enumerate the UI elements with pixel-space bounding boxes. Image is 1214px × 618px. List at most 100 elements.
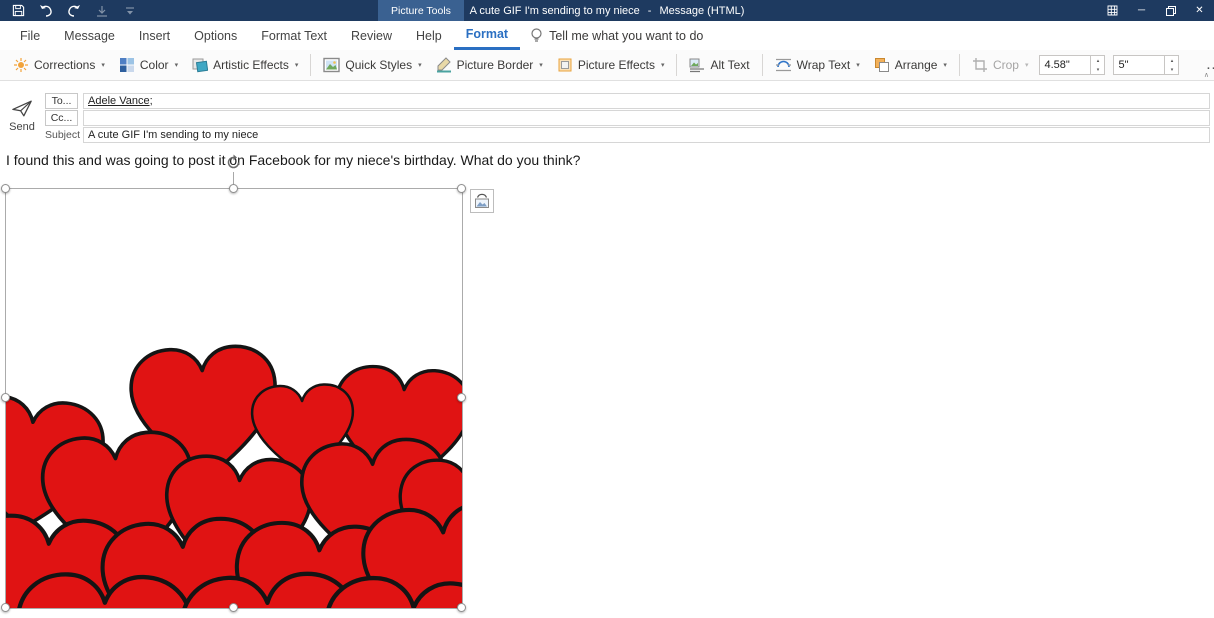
artistic-effects-button[interactable]: Artistic Effects ▾ xyxy=(185,52,305,78)
to-field[interactable]: Adele Vance; xyxy=(83,93,1210,109)
ribbon-group-separator xyxy=(959,54,960,76)
resize-handle-bottom-left[interactable] xyxy=(1,603,10,612)
artistic-effects-label: Artistic Effects xyxy=(213,58,289,72)
corrections-button[interactable]: Corrections ▾ xyxy=(6,52,112,78)
tab-help[interactable]: Help xyxy=(404,21,454,50)
rotate-handle-icon[interactable] xyxy=(225,154,242,171)
redo-icon[interactable] xyxy=(66,3,82,19)
corrections-icon xyxy=(13,57,29,73)
tab-message[interactable]: Message xyxy=(52,21,127,50)
crop-icon xyxy=(972,57,988,73)
dropdown-caret-icon: ▾ xyxy=(856,61,860,69)
quick-styles-button[interactable]: Quick Styles ▾ xyxy=(316,52,428,78)
body-paragraph[interactable]: I found this and was going to post it on… xyxy=(6,152,580,168)
outlook-message-window: Picture Tools A cute GIF I'm sending to … xyxy=(0,0,1214,618)
send-icon xyxy=(11,99,33,118)
color-icon xyxy=(119,57,135,73)
title-bar: Picture Tools A cute GIF I'm sending to … xyxy=(0,0,1214,21)
tab-file[interactable]: File xyxy=(8,21,52,50)
resize-handle-top-middle[interactable] xyxy=(229,184,238,193)
save-icon[interactable] xyxy=(10,3,26,19)
restore-button[interactable] xyxy=(1156,0,1185,21)
dropdown-caret-icon: ▾ xyxy=(539,61,543,69)
close-button[interactable]: ✕ xyxy=(1185,0,1214,21)
arrange-button[interactable]: Arrange ▾ xyxy=(867,52,954,78)
lightbulb-icon xyxy=(530,28,543,43)
picture-effects-button[interactable]: Picture Effects ▾ xyxy=(550,52,672,78)
subject-field[interactable]: A cute GIF I'm sending to my niece xyxy=(83,127,1210,143)
width-increase-button[interactable]: ▴ xyxy=(1165,56,1178,65)
window-controls: ─ ✕ xyxy=(1098,0,1214,21)
dropdown-caret-icon: ▾ xyxy=(418,61,422,69)
picture-tools-context-tab[interactable]: Picture Tools xyxy=(378,0,464,21)
quick-styles-label: Quick Styles xyxy=(345,58,412,72)
window-title-doctype: Message (HTML) xyxy=(659,5,744,17)
arrange-icon xyxy=(874,57,890,73)
tell-me-box[interactable]: Tell me what you want to do xyxy=(530,21,703,50)
dropdown-caret-icon: ▾ xyxy=(661,61,665,69)
cc-button[interactable]: Cc... xyxy=(45,110,78,126)
ribbon-group-separator xyxy=(676,54,677,76)
artistic-effects-icon xyxy=(192,57,208,73)
tab-insert[interactable]: Insert xyxy=(127,21,182,50)
picture-effects-icon xyxy=(557,57,573,73)
shape-height-input[interactable]: 4.58" xyxy=(1039,55,1091,75)
alt-text-button[interactable]: Alt Text xyxy=(682,52,756,78)
window-title-text: A cute GIF I'm sending to my niece xyxy=(470,5,640,17)
wrap-text-button[interactable]: Wrap Text ▾ xyxy=(768,52,867,78)
undo-icon[interactable] xyxy=(38,3,54,19)
touch-mode-icon[interactable] xyxy=(94,3,110,19)
dropdown-caret-icon: ▾ xyxy=(175,61,179,69)
shape-height-spin-buttons: ▴ ▾ xyxy=(1091,55,1105,75)
window-title: A cute GIF I'm sending to my niece - Mes… xyxy=(0,0,1214,21)
window-title-separator: - xyxy=(648,5,652,17)
customize-quick-access-icon[interactable] xyxy=(122,3,138,19)
wrap-text-label: Wrap Text xyxy=(797,58,851,72)
send-label: Send xyxy=(9,121,35,133)
tab-format-text[interactable]: Format Text xyxy=(249,21,339,50)
dropdown-caret-icon: ▾ xyxy=(101,61,105,69)
color-label: Color xyxy=(140,58,169,72)
alt-text-label: Alt Text xyxy=(710,58,749,72)
picture-border-button[interactable]: Picture Border ▾ xyxy=(429,52,550,78)
ribbon: Corrections ▾ Color ▾ Artistic Effects ▾… xyxy=(0,50,1214,81)
resize-handle-bottom-middle[interactable] xyxy=(229,603,238,612)
compose-header: Send To... Adele Vance; Cc... Subject A … xyxy=(0,81,1214,149)
resize-handle-middle-right[interactable] xyxy=(457,393,466,402)
layout-options-button[interactable] xyxy=(470,189,494,213)
shape-width-spinner: 5" ▴ ▾ xyxy=(1113,55,1179,75)
quick-access-toolbar xyxy=(10,0,138,21)
resize-handle-top-right[interactable] xyxy=(457,184,466,193)
to-button[interactable]: To... xyxy=(45,93,78,109)
ribbon-group-separator xyxy=(762,54,763,76)
cc-field[interactable] xyxy=(83,110,1210,126)
collapse-ribbon-icon[interactable]: ∧ xyxy=(1204,71,1209,79)
send-button[interactable]: Send xyxy=(5,93,39,139)
color-button[interactable]: Color ▾ xyxy=(112,52,185,78)
dropdown-caret-icon: ▾ xyxy=(295,61,299,69)
tab-format[interactable]: Format xyxy=(454,21,520,50)
minimize-button[interactable]: ─ xyxy=(1127,0,1156,21)
wrap-text-icon xyxy=(775,57,792,73)
shape-width-spin-buttons: ▴ ▾ xyxy=(1165,55,1179,75)
picture-effects-label: Picture Effects xyxy=(578,58,655,72)
width-decrease-button[interactable]: ▾ xyxy=(1165,65,1178,74)
resize-handle-middle-left[interactable] xyxy=(1,393,10,402)
hearts-image[interactable] xyxy=(5,188,463,609)
height-decrease-button[interactable]: ▾ xyxy=(1091,65,1104,74)
message-body[interactable]: I found this and was going to post it on… xyxy=(0,148,1214,618)
height-increase-button[interactable]: ▴ xyxy=(1091,56,1104,65)
layout-options-icon xyxy=(474,193,490,209)
resize-handle-bottom-right[interactable] xyxy=(457,603,466,612)
picture-border-label: Picture Border xyxy=(457,58,534,72)
crop-label: Crop xyxy=(993,58,1019,72)
shape-width-input[interactable]: 5" xyxy=(1113,55,1165,75)
grid-icon[interactable] xyxy=(1098,0,1127,21)
tab-review[interactable]: Review xyxy=(339,21,404,50)
dropdown-caret-icon: ▾ xyxy=(1025,61,1029,69)
recipient-chip[interactable]: Adele Vance xyxy=(88,95,150,107)
resize-handle-top-left[interactable] xyxy=(1,184,10,193)
tab-options[interactable]: Options xyxy=(182,21,249,50)
crop-button[interactable]: Crop ▾ xyxy=(965,52,1036,78)
ribbon-tab-strip: File Message Insert Options Format Text … xyxy=(0,21,1214,51)
